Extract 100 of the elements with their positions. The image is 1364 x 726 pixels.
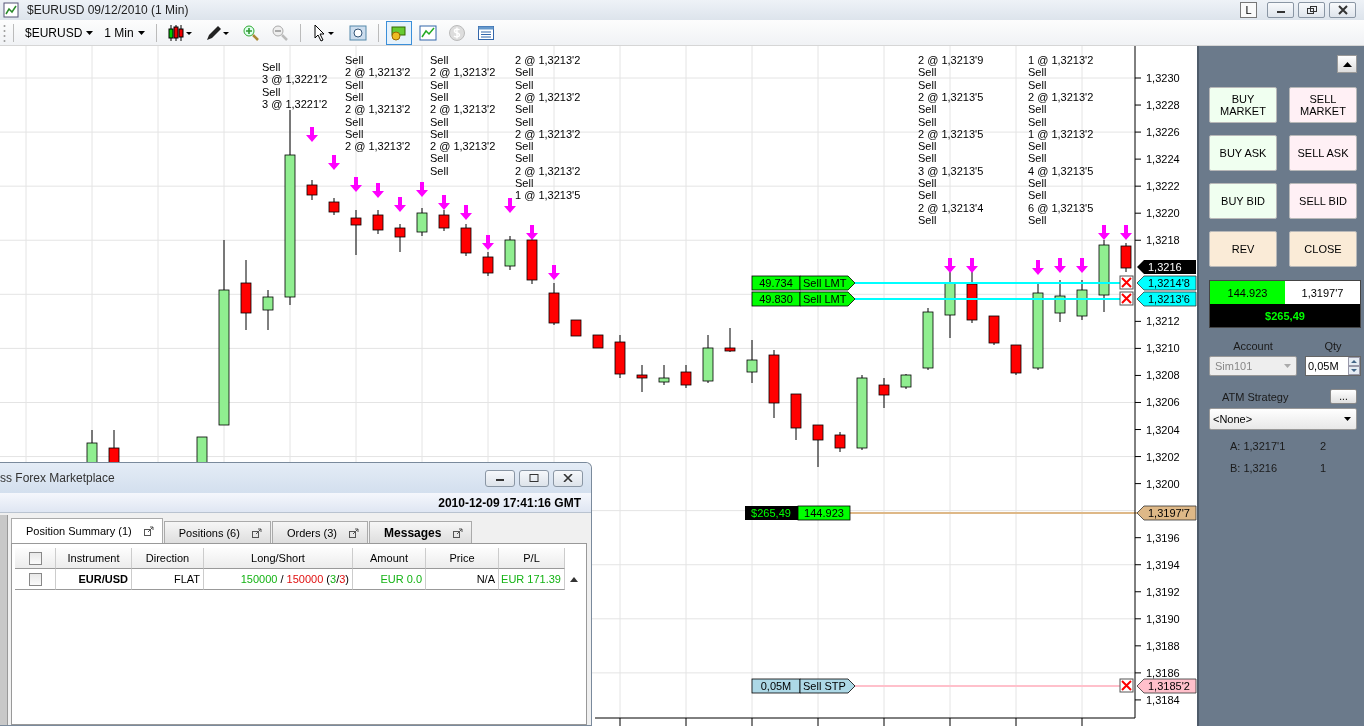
execution-label: Sell <box>430 54 449 66</box>
execution-label: Sell <box>430 164 449 177</box>
execution-label: Sell <box>918 213 937 226</box>
candlestick <box>460 223 472 257</box>
collapse-button[interactable] <box>1337 55 1357 73</box>
execution-label: Sell <box>515 66 534 79</box>
restore-button[interactable] <box>1298 2 1325 18</box>
sell-arrow-icon <box>394 197 406 212</box>
candlestick <box>328 197 340 216</box>
price-tick-label: 1,3206 <box>1146 396 1180 409</box>
execution-label: Sell <box>918 189 937 202</box>
execution-label: Sell <box>515 115 534 128</box>
candlestick-icon <box>167 23 194 42</box>
execution-label: Sell <box>345 127 364 140</box>
order-button[interactable]: SELL MARKET <box>1289 87 1357 123</box>
sell-arrow-icon <box>1054 258 1066 273</box>
minimize-button[interactable] <box>1267 2 1294 18</box>
tab[interactable]: Orders (3) <box>271 521 369 543</box>
execution-label: Sell <box>430 115 449 128</box>
candlestick <box>372 209 384 235</box>
window-title: $EURUSD 09/12/2010 (1 Min) <box>27 3 189 17</box>
table-cell: N/A <box>476 573 495 585</box>
price-tick-label: 1,3212 <box>1146 315 1180 328</box>
tab[interactable]: Position Summary (1) <box>11 518 163 543</box>
quote-size: 1 <box>1320 462 1327 474</box>
candlestick <box>812 424 824 468</box>
sell-arrow-icon <box>460 205 472 220</box>
execution-label: 3 @ 1,3213'5 <box>918 164 984 177</box>
atm-options-button[interactable]: ... <box>1330 389 1357 404</box>
instrument-dropdown[interactable]: $EURUSD <box>21 23 98 42</box>
cancel-order-button[interactable] <box>1119 678 1134 693</box>
execution-label: Sell <box>918 177 937 189</box>
minimize-button[interactable] <box>485 469 515 487</box>
order-button[interactable]: CLOSE <box>1289 231 1357 267</box>
price-tick-label: 1,3184 <box>1146 693 1180 706</box>
price-tick-label: 1,3230 <box>1146 72 1180 84</box>
order-button[interactable]: SELL BID <box>1289 183 1357 219</box>
close-button[interactable] <box>1329 2 1356 18</box>
qty-field[interactable]: 0,05M <box>1305 356 1361 376</box>
execution-label: Sell <box>430 90 449 103</box>
price-tick-label: 1,3202 <box>1146 450 1180 463</box>
close-button[interactable] <box>553 469 583 487</box>
table-cell: EUR 0.0 <box>380 573 422 585</box>
execution-label: 2 @ 1,3213'9 <box>918 54 984 66</box>
scroll-up-icon[interactable] <box>570 577 578 582</box>
checkbox[interactable] <box>28 551 42 565</box>
price-tick-label: 1,3194 <box>1146 558 1180 571</box>
price-tick-label: 1,3224 <box>1146 153 1180 166</box>
execution-label: Sell <box>1028 177 1047 189</box>
pop-out-icon <box>349 527 360 538</box>
chart-trader-button[interactable] <box>385 20 412 45</box>
order-button[interactable]: BUY ASK <box>1209 135 1277 171</box>
candlestick <box>614 334 626 379</box>
price-tick-label: 1,3210 <box>1146 342 1180 355</box>
execution-label: 1 @ 1,3213'2 <box>1028 127 1094 140</box>
tab[interactable]: Messages <box>369 521 473 543</box>
execution-label: Sell <box>1028 152 1047 165</box>
price-tag: 1,3214'8 <box>1136 275 1197 291</box>
price-tick-label: 1,3196 <box>1146 531 1180 544</box>
table-cell: EUR 171.39 <box>501 573 561 585</box>
order-button[interactable]: BUY BID <box>1209 183 1277 219</box>
execution-label: Sell <box>345 115 364 128</box>
price-tick-label: 1,3208 <box>1146 369 1180 382</box>
interval-dropdown[interactable]: 1 Min <box>100 23 149 42</box>
candlestick <box>680 364 692 389</box>
zoom-in-icon <box>241 23 260 42</box>
checkbox[interactable] <box>28 572 42 586</box>
position-label: $265,49 144.923 <box>745 505 851 521</box>
execution-label: Sell <box>515 177 534 189</box>
execution-label: Sell <box>1028 103 1047 116</box>
tab[interactable]: Positions (6) <box>163 521 271 543</box>
cancel-order-button[interactable] <box>1119 291 1134 306</box>
line-chart-icon <box>418 23 437 42</box>
atm-strategy-dropdown[interactable]: <None> <box>1209 408 1357 430</box>
sell-arrow-icon <box>482 235 494 250</box>
table-icon <box>476 23 495 42</box>
qty-label: Qty <box>1324 340 1342 352</box>
link-button[interactable]: L <box>1240 2 1257 18</box>
sell-arrow-icon <box>372 183 384 198</box>
spinner-icon[interactable] <box>1348 357 1360 375</box>
order-button[interactable]: SELL ASK <box>1289 135 1357 171</box>
maximize-button[interactable] <box>519 469 549 487</box>
cancel-order-button[interactable] <box>1119 275 1134 290</box>
dollar-icon <box>447 23 466 42</box>
price-tick-label: 1,3192 <box>1146 585 1180 598</box>
grip-icon <box>3 22 6 43</box>
execution-label: Sell <box>515 152 534 165</box>
order-button[interactable]: BUY MARKET <box>1209 87 1277 123</box>
position-price: 1,3197'7 <box>1285 281 1360 304</box>
execution-label: 2 @ 1,3213'2 <box>515 54 581 66</box>
candlestick <box>1120 242 1132 273</box>
execution-label: Sell <box>1028 66 1047 79</box>
execution-label: 3 @ 1,3221'2 <box>262 73 328 86</box>
sell-arrow-icon <box>1120 225 1132 240</box>
price-tick-label: 1,3220 <box>1146 207 1180 220</box>
execution-label: Sell <box>430 152 449 165</box>
column-header[interactable]: P/L <box>523 552 540 564</box>
candlestick <box>988 315 1000 346</box>
order-button[interactable]: REV <box>1209 231 1277 267</box>
price-tick-label: 1,3188 <box>1146 639 1180 652</box>
